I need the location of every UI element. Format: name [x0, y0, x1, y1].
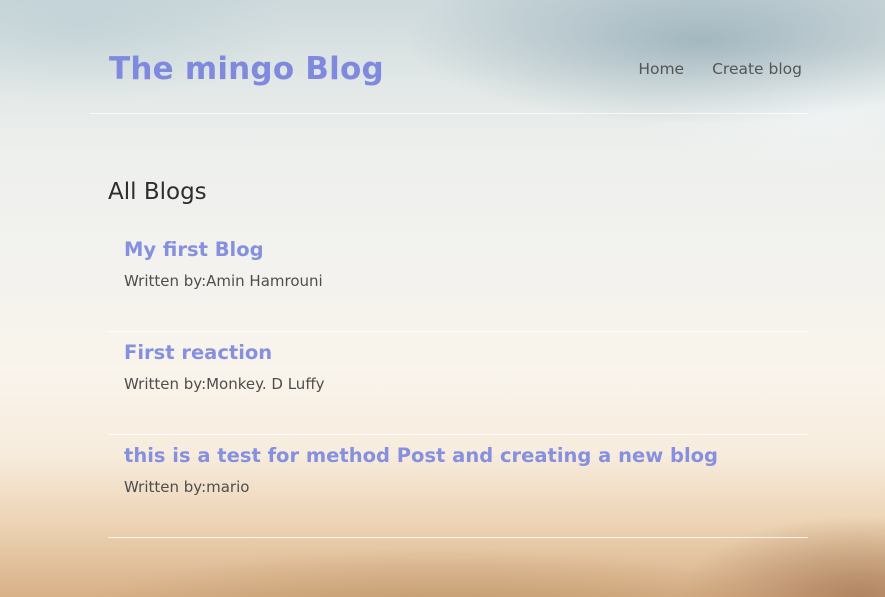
navbar: The mingo Blog Home Create blog — [90, 0, 808, 114]
nav-links: Home Create blog — [638, 58, 802, 80]
blog-title[interactable]: this is a test for method Post and creat… — [124, 435, 808, 471]
blog-preview-item[interactable]: First reaction Written by:Monkey. D Luff… — [108, 332, 808, 435]
page-title: All Blogs — [108, 179, 207, 205]
blog-author: Written by:Monkey. D Luffy — [124, 375, 325, 393]
nav-link-create-blog[interactable]: Create blog — [712, 58, 802, 80]
nav-link-home[interactable]: Home — [638, 58, 684, 80]
site-title: The mingo Blog — [109, 51, 384, 87]
blog-author: Written by:mario — [124, 478, 250, 496]
blog-preview-item[interactable]: this is a test for method Post and creat… — [108, 435, 808, 538]
blog-list: My first Blog Written by:Amin Hamrouni F… — [108, 229, 808, 538]
blog-preview-item[interactable]: My first Blog Written by:Amin Hamrouni — [108, 229, 808, 332]
blog-title[interactable]: First reaction — [124, 332, 808, 368]
blog-title[interactable]: My first Blog — [124, 229, 808, 265]
blog-author: Written by:Amin Hamrouni — [124, 272, 323, 290]
main-content: All Blogs My first Blog Written by:Amin … — [108, 175, 808, 538]
